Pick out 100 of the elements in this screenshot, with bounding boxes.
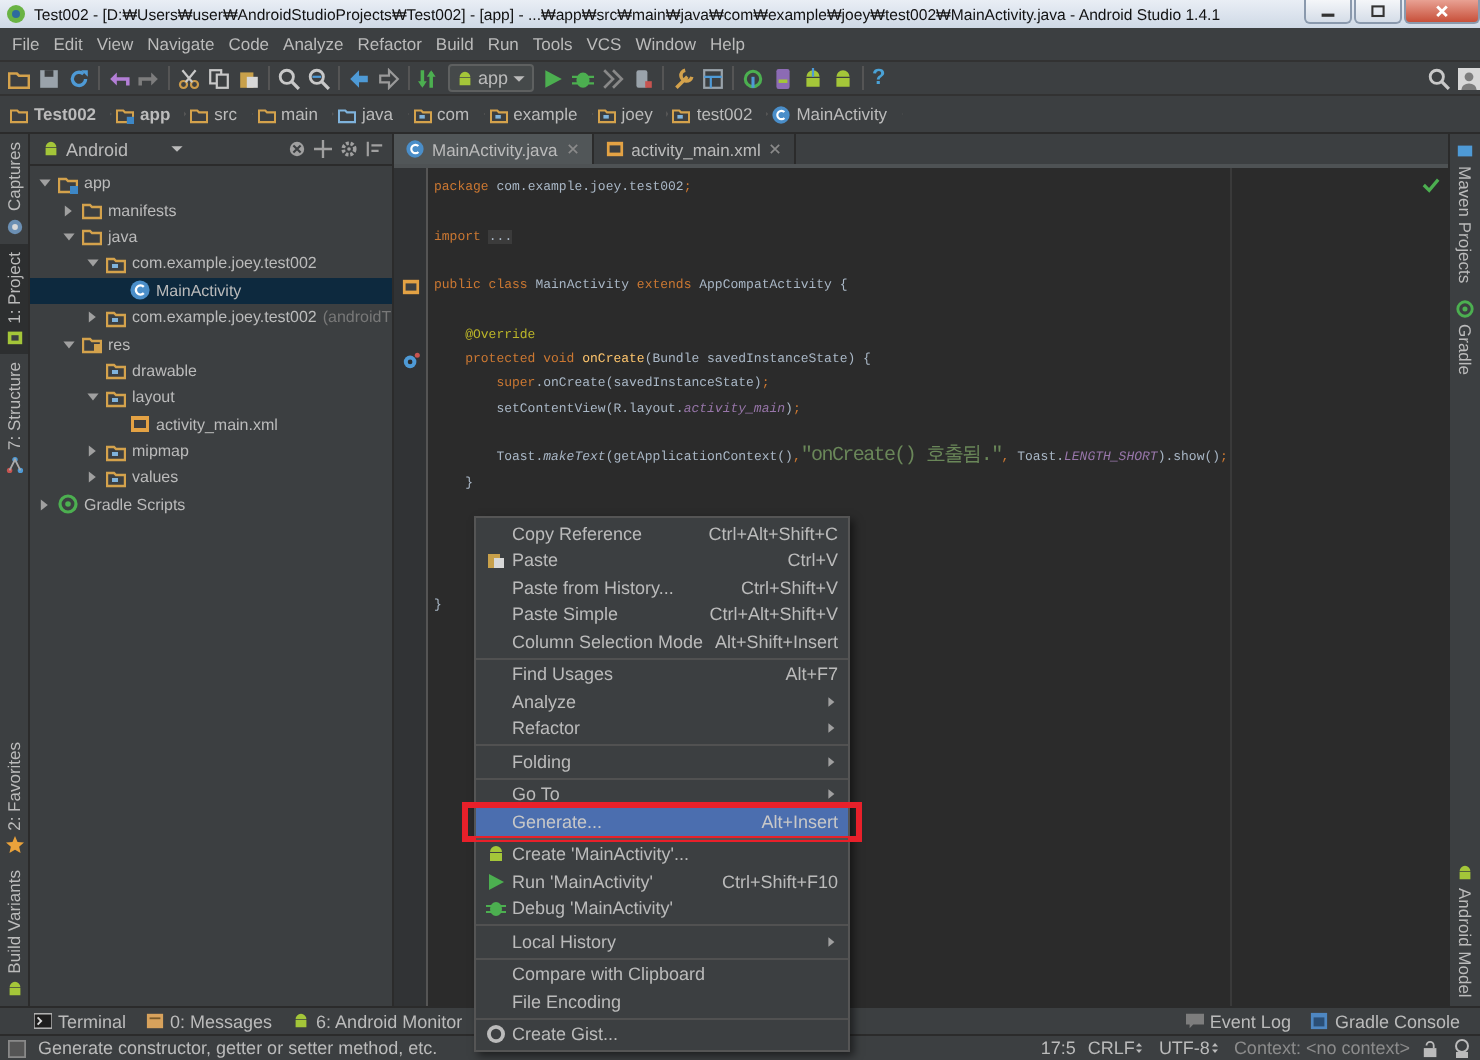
collapse-arrow-icon[interactable] (38, 176, 52, 191)
menu-item[interactable]: Create Gist... (476, 1021, 848, 1048)
user-icon[interactable] (1458, 67, 1480, 89)
menu-item[interactable]: Navigate (141, 34, 221, 54)
clipboard-icon[interactable] (238, 67, 260, 89)
tool-window-tab[interactable]: 2: Favorites (0, 733, 28, 863)
settings-icon[interactable] (340, 140, 358, 158)
android-icon[interactable] (832, 67, 855, 89)
editor-tab[interactable]: MainActivity.java (394, 134, 594, 164)
cursor-position[interactable]: 17:5 (1040, 1038, 1076, 1058)
tree-item[interactable]: res (30, 330, 392, 358)
tree-item[interactable]: MainActivity (30, 277, 392, 304)
menu-item[interactable]: File (6, 34, 46, 54)
menu-item[interactable]: Help (703, 34, 751, 54)
menu-item[interactable]: Generate... Alt+Insert (476, 808, 848, 835)
undo-icon[interactable] (108, 67, 130, 89)
search-replace-icon[interactable] (308, 67, 330, 89)
breadcrumb-item[interactable]: joey (593, 104, 669, 124)
up-down-arrows-icon[interactable] (1211, 1040, 1222, 1056)
menu-item[interactable]: Edit (47, 34, 89, 54)
collapse-all-icon[interactable] (366, 140, 384, 158)
line-separator-selector[interactable]: CRLF (1087, 1038, 1135, 1058)
menu-item[interactable]: Paste Simple Ctrl+Alt+Shift+V (476, 601, 848, 628)
arrow-left-icon[interactable] (348, 67, 370, 89)
tool-window-tab[interactable]: Terminal (34, 1011, 127, 1031)
gradle-sync-icon[interactable] (742, 67, 765, 89)
tree-item[interactable]: mipmap (30, 437, 392, 465)
breadcrumb-item[interactable]: app (112, 104, 187, 124)
layout-file-icon[interactable] (401, 277, 419, 296)
up-down-arrows-icon[interactable] (1136, 1040, 1147, 1056)
tree-item[interactable]: com.example.joey.test002 (androidT (30, 303, 392, 331)
menu-item[interactable]: Debug 'MainActivity' (476, 895, 848, 922)
tool-window-tab[interactable]: Event Log (1185, 1011, 1291, 1031)
expand-arrow-icon[interactable] (62, 203, 76, 218)
menu-item[interactable]: Column Selection Mode Alt+Shift+Insert (476, 628, 848, 655)
menu-item[interactable]: Go To (476, 781, 848, 808)
device-icon[interactable] (632, 67, 655, 89)
close-icon[interactable] (565, 142, 580, 156)
phone-icon[interactable] (772, 67, 795, 89)
breadcrumb-item[interactable]: example (485, 104, 594, 124)
menu-item[interactable]: Find Usages Alt+F7 (476, 661, 848, 688)
project-structure-icon[interactable] (702, 67, 725, 89)
folder-icon[interactable] (8, 67, 30, 89)
encoding-selector[interactable]: UTF-8 (1158, 1038, 1210, 1058)
tool-window-tab[interactable]: Maven Projects (1450, 134, 1480, 292)
collapse-arrow-icon[interactable] (86, 390, 100, 405)
tree-item[interactable]: Gradle Scripts (30, 491, 392, 519)
breadcrumb-item[interactable]: MainActivity (768, 104, 904, 124)
caret-icon[interactable] (170, 142, 184, 156)
menu-item[interactable]: Paste from History... Ctrl+Shift+V (476, 574, 848, 601)
panel-toggle-icon[interactable] (8, 1039, 26, 1057)
menu-item[interactable]: Copy Reference Ctrl+Alt+Shift+C (476, 520, 848, 547)
arrow-right-icon[interactable] (378, 67, 400, 89)
menu-item[interactable]: Folding (476, 748, 848, 775)
tree-item[interactable]: manifests (30, 196, 392, 224)
expand-arrow-icon[interactable] (86, 310, 100, 325)
move-icon[interactable] (314, 140, 332, 158)
tree-item[interactable]: layout (30, 384, 392, 412)
tool-window-tab[interactable]: Captures (0, 134, 28, 243)
menu-item[interactable]: Analyze (476, 688, 848, 715)
maximize-button[interactable] (1354, 0, 1402, 24)
run-configuration-dropdown[interactable]: app (448, 64, 535, 92)
search-icon[interactable] (1428, 67, 1450, 89)
tool-window-tab[interactable]: Gradle Console (1310, 1011, 1460, 1031)
tool-window-tab[interactable]: Gradle (1450, 291, 1480, 383)
tree-item[interactable]: java (30, 223, 392, 251)
build-arrows-icon[interactable] (418, 67, 440, 89)
breadcrumb-item[interactable]: com (409, 104, 486, 124)
view-selector[interactable]: Android (42, 139, 162, 159)
menu-item[interactable]: Run 'MainActivity' Ctrl+Shift+F10 (476, 868, 848, 895)
breadcrumb-item[interactable]: Test002 (6, 104, 113, 124)
tree-item[interactable]: com.example.joey.test002 (30, 250, 392, 278)
menu-item[interactable]: Refactor (351, 34, 428, 54)
menu-item[interactable]: Create 'MainActivity'... (476, 841, 848, 868)
breadcrumb-item[interactable]: main (253, 104, 334, 124)
menu-item[interactable]: VCS (580, 34, 628, 54)
menu-item[interactable]: Build (429, 34, 480, 54)
close-icon[interactable] (768, 142, 783, 156)
menu-item[interactable]: Run (481, 34, 525, 54)
tree-item[interactable]: drawable (30, 357, 392, 385)
menu-item[interactable]: Compare with Clipboard (476, 961, 848, 988)
collapse-arrow-icon[interactable] (62, 337, 76, 352)
help-button[interactable]: ? (872, 66, 886, 90)
menu-item[interactable]: Analyze (277, 34, 350, 54)
override-marker-icon[interactable] (401, 351, 419, 370)
crosshair-icon[interactable] (288, 140, 306, 158)
editor-tab[interactable]: activity_main.xml (593, 134, 797, 164)
menu-item[interactable]: Code (222, 34, 276, 54)
menu-item[interactable]: Tools (526, 34, 579, 54)
menu-item[interactable]: View (90, 34, 140, 54)
breadcrumb-item[interactable]: java (333, 104, 410, 124)
tool-window-tab[interactable]: Android Model (1450, 856, 1480, 1006)
tree-item[interactable]: app (30, 170, 392, 197)
tree-item[interactable]: values (30, 464, 392, 492)
tool-window-tab[interactable]: 1: Project (0, 243, 28, 355)
tree-item[interactable]: activity_main.xml (30, 411, 392, 438)
tool-window-tab[interactable]: 7: Structure (0, 354, 28, 483)
minimize-button[interactable] (1304, 0, 1352, 24)
tool-window-tab[interactable]: 0: Messages (146, 1011, 273, 1031)
menu-item[interactable]: Local History (476, 928, 848, 955)
